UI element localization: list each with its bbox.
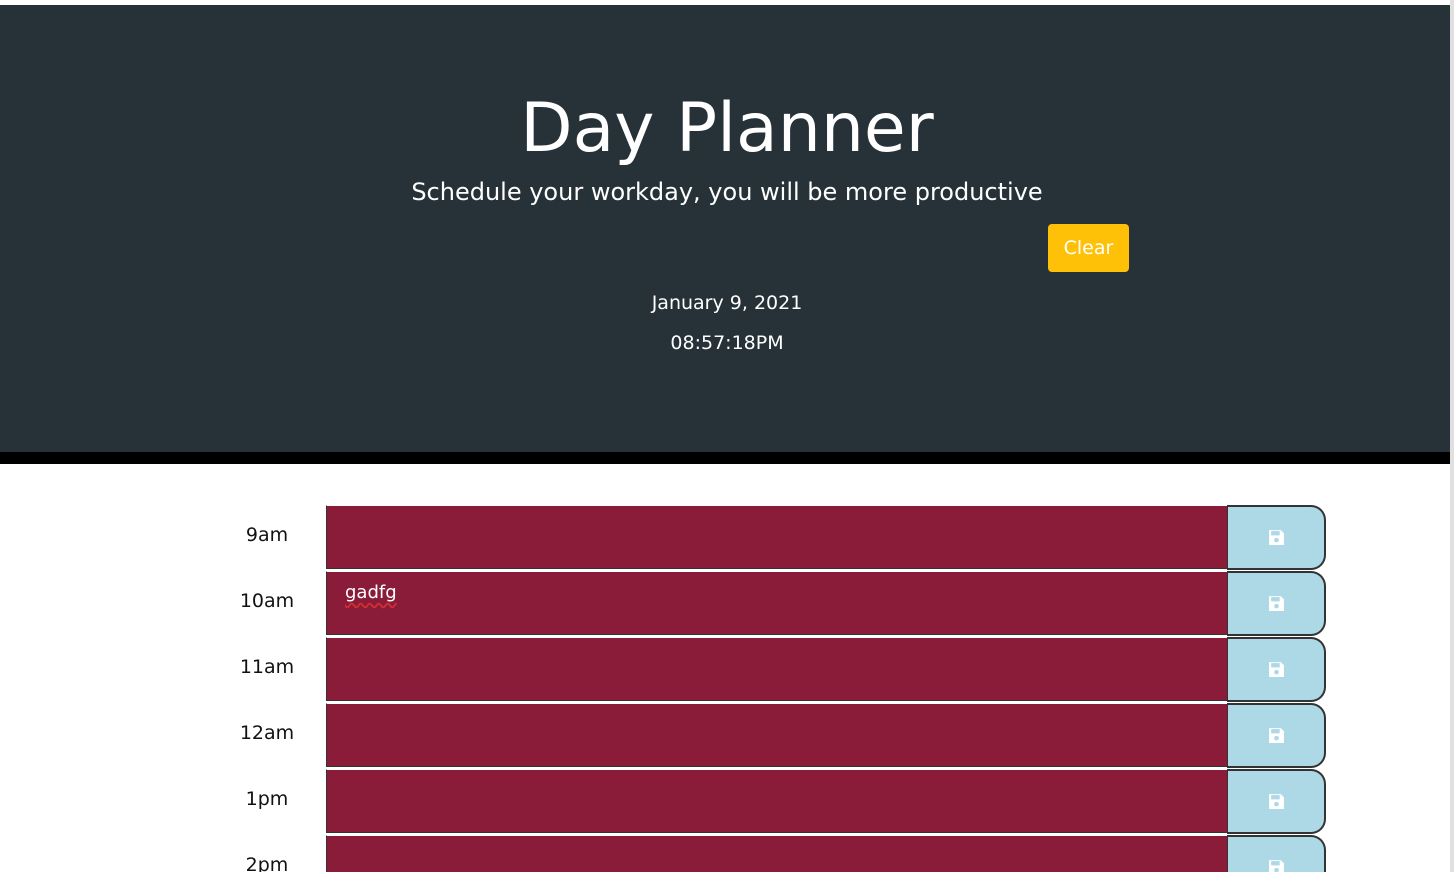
save-button[interactable] (1227, 637, 1326, 702)
floppy-disk-icon (1269, 728, 1284, 743)
save-button[interactable] (1227, 505, 1326, 570)
hour-label: 1pm (245, 788, 289, 810)
time-block-row: 12am (0, 703, 1454, 769)
task-input[interactable] (326, 505, 1227, 569)
task-input[interactable] (326, 637, 1227, 701)
task-input[interactable] (326, 835, 1227, 872)
clear-button[interactable]: Clear (1048, 224, 1129, 272)
hour-label: 9am (245, 524, 289, 546)
save-button[interactable] (1227, 769, 1326, 834)
floppy-disk-icon (1269, 662, 1284, 677)
hour-label: 11am (239, 656, 295, 678)
floppy-disk-icon (1269, 794, 1284, 809)
save-button[interactable] (1227, 703, 1326, 768)
task-input[interactable] (326, 703, 1227, 767)
save-button[interactable] (1227, 835, 1326, 872)
floppy-disk-icon (1269, 860, 1284, 872)
floppy-disk-icon (1269, 596, 1284, 611)
hour-label: 10am (239, 590, 295, 612)
time-block-row: 10am gadfg (0, 571, 1454, 637)
time-block-row: 2pm (0, 835, 1454, 872)
time-block-row: 9am (0, 505, 1454, 571)
task-input[interactable]: gadfg (326, 571, 1227, 635)
time-block-row: 11am (0, 637, 1454, 703)
hour-label: 12am (239, 722, 295, 744)
hour-label: 2pm (245, 854, 289, 872)
header-divider (0, 452, 1454, 464)
task-text: gadfg (345, 582, 397, 603)
floppy-disk-icon (1269, 530, 1284, 545)
task-input[interactable] (326, 769, 1227, 833)
page-title: Day Planner (520, 89, 934, 168)
current-time: 08:57:18PM (670, 332, 784, 354)
page-header: Day Planner Schedule your workday, you w… (0, 5, 1454, 452)
current-date: January 9, 2021 (651, 292, 803, 314)
save-button[interactable] (1227, 571, 1326, 636)
time-block-row: 1pm (0, 769, 1454, 835)
page-subtitle: Schedule your workday, you will be more … (411, 178, 1043, 206)
